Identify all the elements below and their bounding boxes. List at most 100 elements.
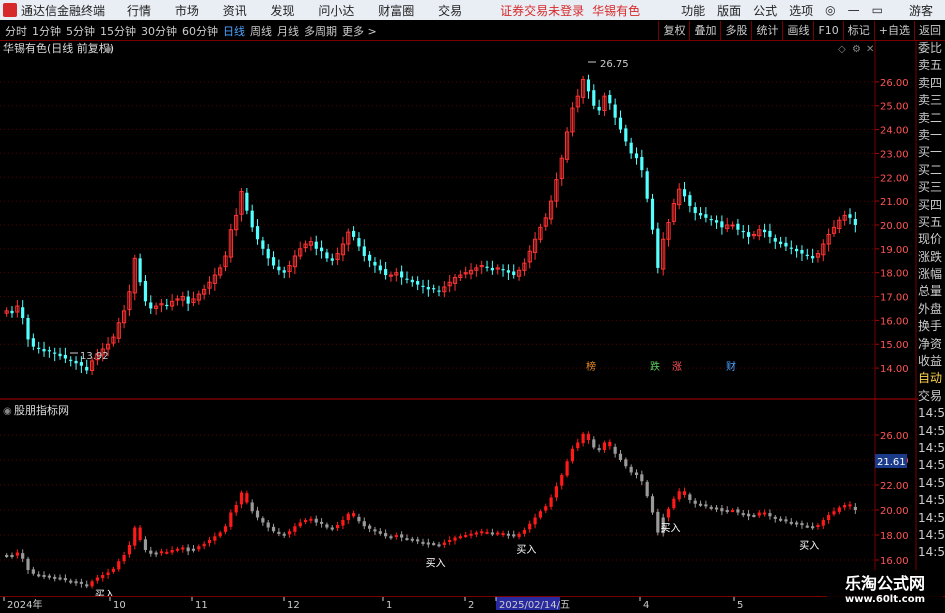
candle-body (762, 229, 767, 233)
period-tab[interactable]: 分时 (5, 23, 27, 39)
f10-button[interactable]: F10 (813, 21, 842, 40)
settings-gear-icon[interactable]: ⚙ (852, 44, 861, 55)
menu-discover[interactable]: 发现 (271, 4, 295, 18)
quote-field-label: 卖三 (918, 93, 943, 108)
signal-candle (496, 532, 500, 535)
candle-body (255, 226, 260, 240)
signal-candle (138, 527, 142, 540)
quote-field-label: 14:56 (918, 458, 945, 473)
y-tick-label: 22.00 (880, 481, 909, 492)
mark-button[interactable]: 标记 (842, 21, 874, 40)
guest-label[interactable]: 游客 (909, 2, 933, 19)
signal-candle (202, 543, 206, 547)
menu-news[interactable]: 资讯 (223, 4, 247, 18)
signal-candle (560, 475, 564, 486)
signal-candle (544, 506, 548, 511)
signal-candle (688, 494, 692, 500)
y-tick-label: 19.00 (880, 245, 909, 256)
close-panel-icon[interactable]: ✕ (866, 44, 874, 55)
signal-candle (245, 493, 249, 503)
menu-market[interactable]: 市场 (175, 4, 199, 18)
menu-quotes[interactable]: 行情 (127, 4, 151, 18)
signal-candle (570, 448, 575, 462)
diamond-icon[interactable]: ◇ (838, 44, 846, 55)
signal-candle (410, 538, 414, 541)
indicator-settings-icon[interactable]: ◉ (3, 406, 12, 417)
candle-body (138, 258, 142, 283)
buy-signal-label: 买入 (516, 544, 536, 556)
event-mark[interactable]: 跌 (650, 360, 660, 373)
back-button[interactable]: 返回 (914, 21, 945, 40)
period-tab[interactable]: 月线 (277, 23, 299, 39)
candle-body (720, 221, 724, 228)
signal-candle (298, 522, 302, 527)
watermark-name: 乐淘公式网 (844, 574, 925, 593)
stats-button[interactable]: 统计 (751, 21, 782, 40)
signal-candle (565, 461, 569, 476)
period-tab[interactable]: 多周期 (304, 23, 337, 39)
title-bar: 通达信金融终端 行情 市场 资讯 发现 问小达 财富圈 交易 证券交易未登录 华… (0, 0, 945, 20)
signal-candle (293, 526, 297, 532)
candle-body (85, 366, 89, 371)
candle-body (143, 281, 148, 302)
signal-candle (405, 538, 409, 541)
period-tab[interactable]: 60分钟 (182, 23, 218, 39)
period-tab[interactable]: 5分钟 (66, 23, 95, 39)
event-mark[interactable]: 财 (726, 360, 736, 373)
buy-signal-label: 买入 (799, 540, 819, 552)
menu-ask[interactable]: 问小达 (318, 4, 354, 18)
candle-body (277, 266, 281, 271)
menu-function[interactable]: 功能 (681, 2, 705, 19)
candle-body (779, 241, 783, 245)
maximize-icon[interactable]: ▭ (872, 3, 883, 17)
period-tab[interactable]: 30分钟 (141, 23, 177, 39)
candle-body (368, 254, 372, 261)
add-favorite-button[interactable]: +自选 (873, 21, 914, 40)
menu-options[interactable]: 选项 (789, 2, 813, 19)
buy-signal-label: 买入 (426, 558, 446, 570)
menu-formula[interactable]: 公式 (753, 2, 777, 19)
candle-body (58, 353, 62, 357)
signal-candle (58, 577, 62, 580)
candle-body (319, 247, 324, 252)
adjust-button[interactable]: 复权 (658, 21, 689, 40)
candle-body (405, 278, 409, 280)
signal-candle (784, 519, 788, 522)
menu-wealth[interactable]: 财富圈 (378, 4, 414, 18)
candle-body (795, 248, 799, 252)
event-mark[interactable]: 涨 (672, 361, 682, 373)
signal-candle (421, 541, 425, 544)
minimize-icon[interactable]: — (848, 3, 860, 17)
period-tab[interactable]: 1分钟 (32, 23, 61, 39)
signal-candle (378, 531, 382, 534)
signal-candle (106, 572, 110, 575)
menu-trade[interactable]: 交易 (438, 4, 462, 18)
service-icon[interactable]: ◎ (825, 3, 835, 17)
overlay-button[interactable]: 叠加 (689, 21, 720, 40)
period-tab-daily[interactable]: 日线 (223, 23, 245, 39)
event-mark[interactable]: 榜 (586, 360, 596, 373)
x-axis: 2024年 10 11 12 1 2 2025/02/14/五 4 5 (3, 597, 743, 611)
kline-chart[interactable]: 华锡有色(日线 前复权) ◉ ◇ ⚙ ✕ 26.00 25.00 24.00 23.0… (0, 40, 918, 596)
signal-candle (709, 506, 713, 509)
multi-stock-button[interactable]: 多股 (720, 21, 751, 40)
candle-body (330, 258, 334, 261)
candle-body (693, 207, 697, 214)
watermark: 乐淘公式网 www.60lt.com (827, 570, 943, 608)
quote-field-label: 14:56 (918, 545, 945, 560)
quote-field-label: 换手 (918, 319, 943, 334)
more-periods-button[interactable]: 更多 > (342, 23, 377, 39)
login-notice[interactable]: 证券交易未登录 (500, 2, 584, 19)
signal-candle (21, 553, 25, 559)
quote-field-label: 14:56 (918, 510, 945, 525)
period-tab[interactable]: 周线 (250, 23, 272, 39)
period-tab[interactable]: 15分钟 (100, 23, 136, 39)
candle-body (746, 232, 751, 237)
candle-body (608, 94, 612, 104)
draw-line-button[interactable]: 画线 (782, 21, 813, 40)
app-title: 通达信金融终端 (21, 3, 106, 18)
x-tick-label[interactable]: 2024年 (7, 598, 42, 611)
signal-candle (634, 472, 639, 475)
chart-settings-icon[interactable]: ◉ (104, 44, 113, 55)
menu-layout[interactable]: 版面 (717, 2, 741, 19)
